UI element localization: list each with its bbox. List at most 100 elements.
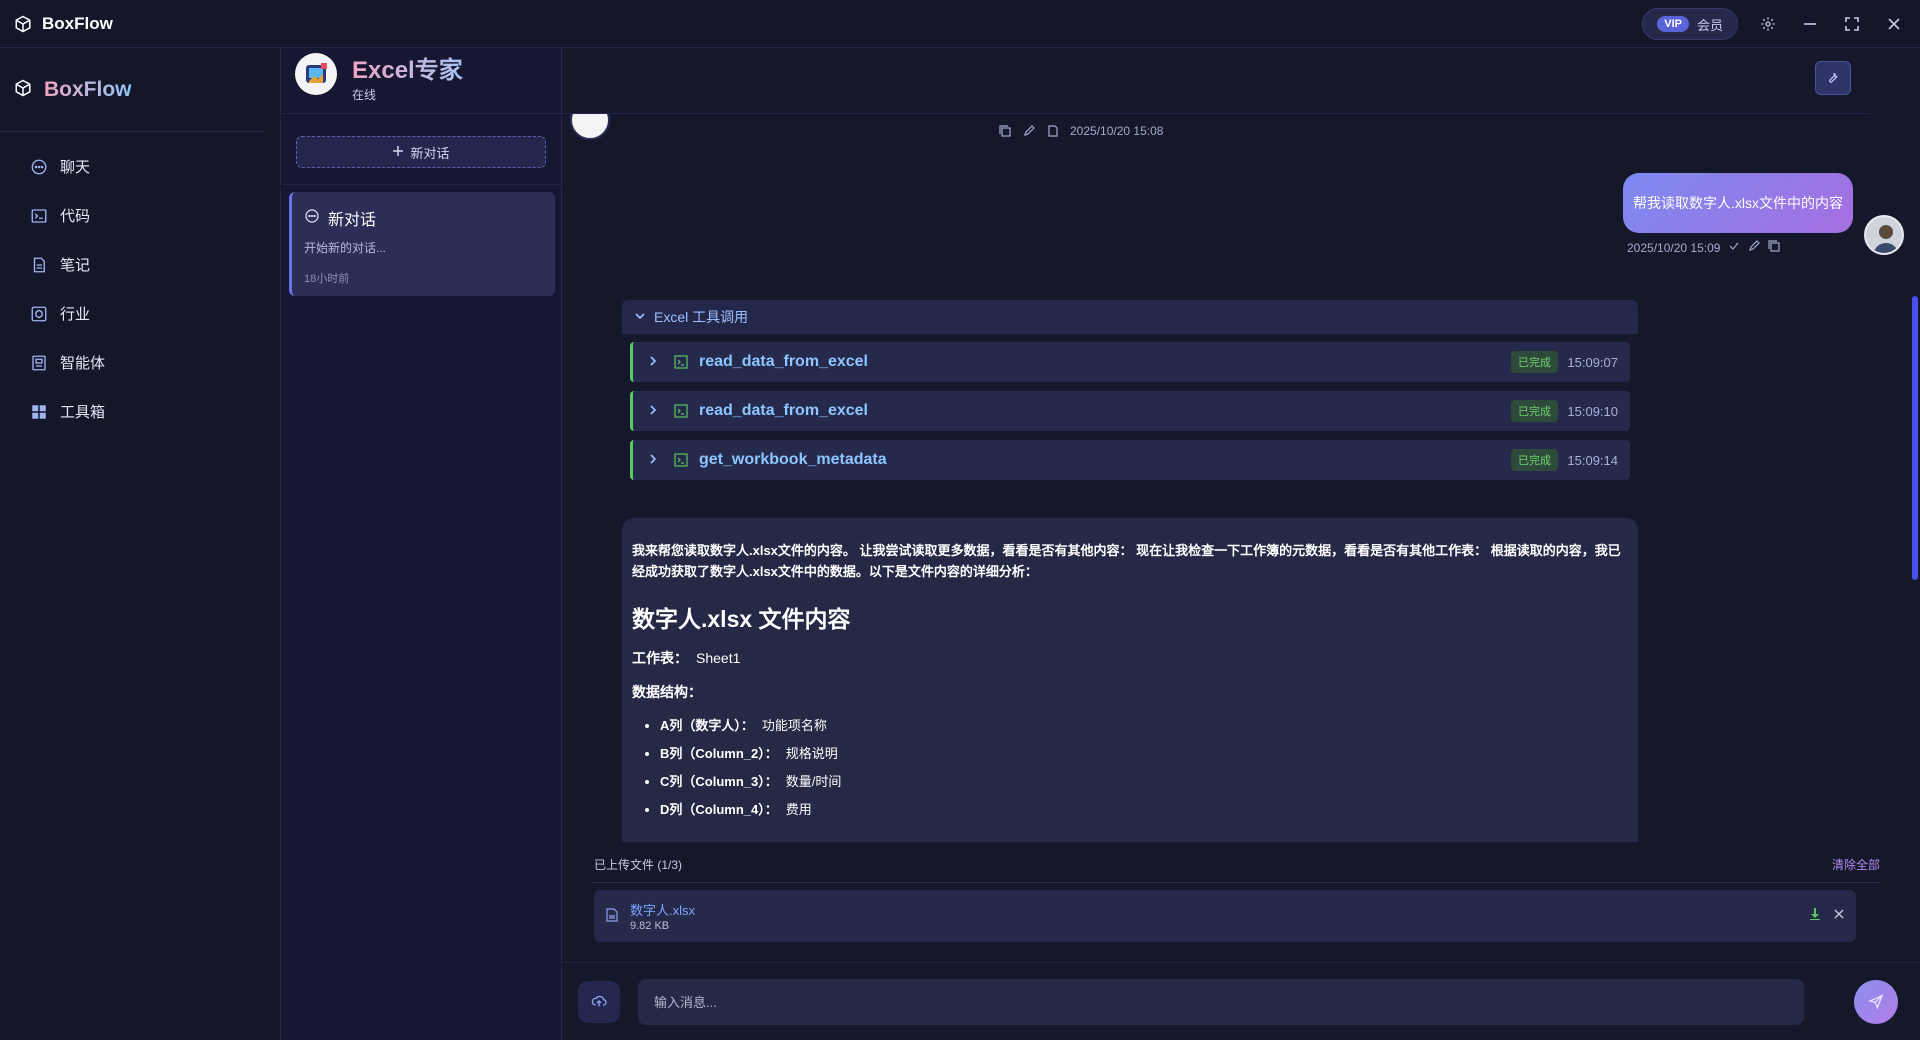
terminal-icon xyxy=(30,207,48,225)
maximize-icon[interactable] xyxy=(1840,12,1864,36)
chevron-right-icon xyxy=(647,452,661,468)
sidebar-brand: BoxFlow xyxy=(0,48,264,132)
chat-scrollbar[interactable] xyxy=(1912,296,1918,580)
sidebar-item-notes[interactable]: 笔记 xyxy=(0,240,280,289)
assistant-message: 我来帮您读取数字人.xlsx文件的内容。 让我尝试读取更多数据，看看是否有其他内… xyxy=(622,518,1638,842)
file-size: 9.82 KB xyxy=(630,920,670,932)
user-message-bubble: 帮我读取数字人.xlsx文件中的内容 xyxy=(1623,173,1853,233)
list-item: B列（Column_2）： 规格说明 xyxy=(660,740,1628,768)
divider xyxy=(282,184,562,185)
structure-label: 数据结构： xyxy=(632,684,702,700)
box-logo-icon xyxy=(12,13,34,35)
tools-button[interactable] xyxy=(1815,61,1851,95)
close-icon[interactable] xyxy=(1882,12,1906,36)
user-message-meta: 2025/10/20 15:09 xyxy=(1627,240,1781,255)
tool-calls-header[interactable]: Excel 工具调用 xyxy=(622,300,1638,334)
agent-message-meta: 2025/10/20 15:08 xyxy=(998,124,1163,138)
chat-bubble-icon xyxy=(30,158,48,176)
sidebar-nav: 聊天 代码 笔记 行业 智能体 工具箱 xyxy=(0,142,280,436)
conversation-title: 新对话 xyxy=(328,212,377,229)
sidebar-item-toolbox[interactable]: 工具箱 xyxy=(0,387,280,436)
sidebar-item-code[interactable]: 代码 xyxy=(0,191,280,240)
industry-icon xyxy=(30,305,48,323)
tool-call-status: 已完成 xyxy=(1511,351,1558,373)
conversation-item[interactable]: 新对话 开始新的对话... 18小时前 xyxy=(289,192,555,296)
column-value: 规格说明 xyxy=(785,746,838,761)
copy-icon[interactable] xyxy=(1768,240,1781,255)
message-input-bar xyxy=(562,962,1920,1040)
document-icon[interactable] xyxy=(1046,124,1060,138)
wrench-icon xyxy=(1826,70,1840,87)
send-icon xyxy=(1867,993,1884,1012)
box-logo-icon xyxy=(14,79,32,100)
list-item: C列（Column_3）： 数量/时间 xyxy=(660,768,1628,796)
agent-avatar xyxy=(295,53,337,95)
sidebar-item-label: 聊天 xyxy=(60,159,91,176)
sidebar-item-label: 行业 xyxy=(60,306,91,323)
cloud-upload-icon xyxy=(591,993,607,1012)
sidebar-item-chat[interactable]: 聊天 xyxy=(0,142,280,191)
conversation-preview: 开始新的对话... xyxy=(304,241,387,255)
main-sidebar: BoxFlow 聊天 代码 笔记 行业 智能体 工具箱 xyxy=(0,48,281,1040)
send-button[interactable] xyxy=(1854,980,1898,1024)
app-title: BoxFlow xyxy=(42,13,113,33)
tool-call-row[interactable]: get_workbook_metadata 已完成 15:09:14 xyxy=(630,440,1630,480)
column-key: D列（Column_4）： xyxy=(660,802,778,817)
agent-name: Excel专家 xyxy=(352,50,463,85)
agent-message-avatar xyxy=(570,114,610,140)
column-list: A列（数字人）： 功能项名称 B列（Column_2）： 规格说明 C列（Colum… xyxy=(632,712,1628,824)
message-input[interactable] xyxy=(638,979,1804,1025)
column-key: C列（Column_3）： xyxy=(660,774,778,789)
list-item: A列（数字人）： 功能项名称 xyxy=(660,712,1628,740)
clear-all-button[interactable]: 清除全部 xyxy=(1832,856,1880,873)
check-icon xyxy=(1728,240,1740,255)
settings-gear-icon[interactable] xyxy=(1756,12,1780,36)
sheet-value: Sheet1 xyxy=(696,650,741,666)
download-icon[interactable] xyxy=(1810,908,1820,923)
column-value: 费用 xyxy=(785,802,812,817)
chat-bubble-icon xyxy=(304,208,320,229)
list-item: D列（Column_4）： 费用 xyxy=(660,796,1628,824)
tool-call-row[interactable]: read_data_from_excel 已完成 15:09:10 xyxy=(630,391,1630,431)
tool-calls-panel: Excel 工具调用 read_data_from_excel 已完成 15:0… xyxy=(622,300,1638,484)
column-value: 功能项名称 xyxy=(761,718,827,733)
edit-icon[interactable] xyxy=(1022,124,1036,138)
sidebar-item-label: 工具箱 xyxy=(60,404,106,421)
tool-call-name: read_data_from_excel xyxy=(699,353,868,370)
tool-call-time: 15:09:14 xyxy=(1567,452,1618,468)
chevron-right-icon xyxy=(647,403,661,419)
uploaded-files-panel: 已上传文件 (1/3) 清除全部 数字人.xlsx 9.82 KB xyxy=(562,842,1890,962)
tool-call-row[interactable]: read_data_from_excel 已完成 15:09:07 xyxy=(630,342,1630,382)
uploaded-file-card: 数字人.xlsx 9.82 KB xyxy=(594,890,1856,942)
column-value: 数量/时间 xyxy=(785,774,842,789)
file-name[interactable]: 数字人.xlsx xyxy=(630,900,695,919)
sidebar-item-label: 代码 xyxy=(60,208,91,225)
tool-call-time: 15:09:07 xyxy=(1567,354,1618,370)
remove-file-icon[interactable] xyxy=(1834,906,1844,922)
sidebar-item-agents[interactable]: 智能体 xyxy=(0,338,280,387)
copy-icon[interactable] xyxy=(998,124,1012,138)
grid-icon xyxy=(30,403,48,421)
upload-file-button[interactable] xyxy=(578,981,620,1023)
agent-status: 在线 xyxy=(352,88,377,102)
vip-label: 会员 xyxy=(1696,17,1723,33)
vip-membership-button[interactable]: VIP 会员 xyxy=(1642,8,1738,40)
assistant-heading: 数字人.xlsx 文件内容 xyxy=(632,606,851,632)
sheet-label: 工作表： xyxy=(632,650,688,666)
tool-call-status: 已完成 xyxy=(1511,400,1558,422)
new-chat-button[interactable]: 新对话 xyxy=(296,136,546,168)
minimize-icon[interactable] xyxy=(1798,12,1822,36)
divider xyxy=(592,882,1880,883)
structure-line: 数据结构： xyxy=(632,682,1628,702)
edit-icon[interactable] xyxy=(1748,240,1761,255)
terminal-icon xyxy=(673,354,689,370)
new-chat-label: 新对话 xyxy=(410,145,450,161)
tool-calls-title: Excel 工具调用 xyxy=(654,309,749,325)
column-key: B列（Column_2）： xyxy=(660,746,778,761)
robot-icon xyxy=(30,354,48,372)
message-timestamp: 2025/10/20 15:08 xyxy=(1070,124,1164,138)
plus-icon xyxy=(392,145,404,160)
sidebar-item-industry[interactable]: 行业 xyxy=(0,289,280,338)
terminal-icon xyxy=(673,452,689,468)
tool-call-name: read_data_from_excel xyxy=(699,402,868,419)
